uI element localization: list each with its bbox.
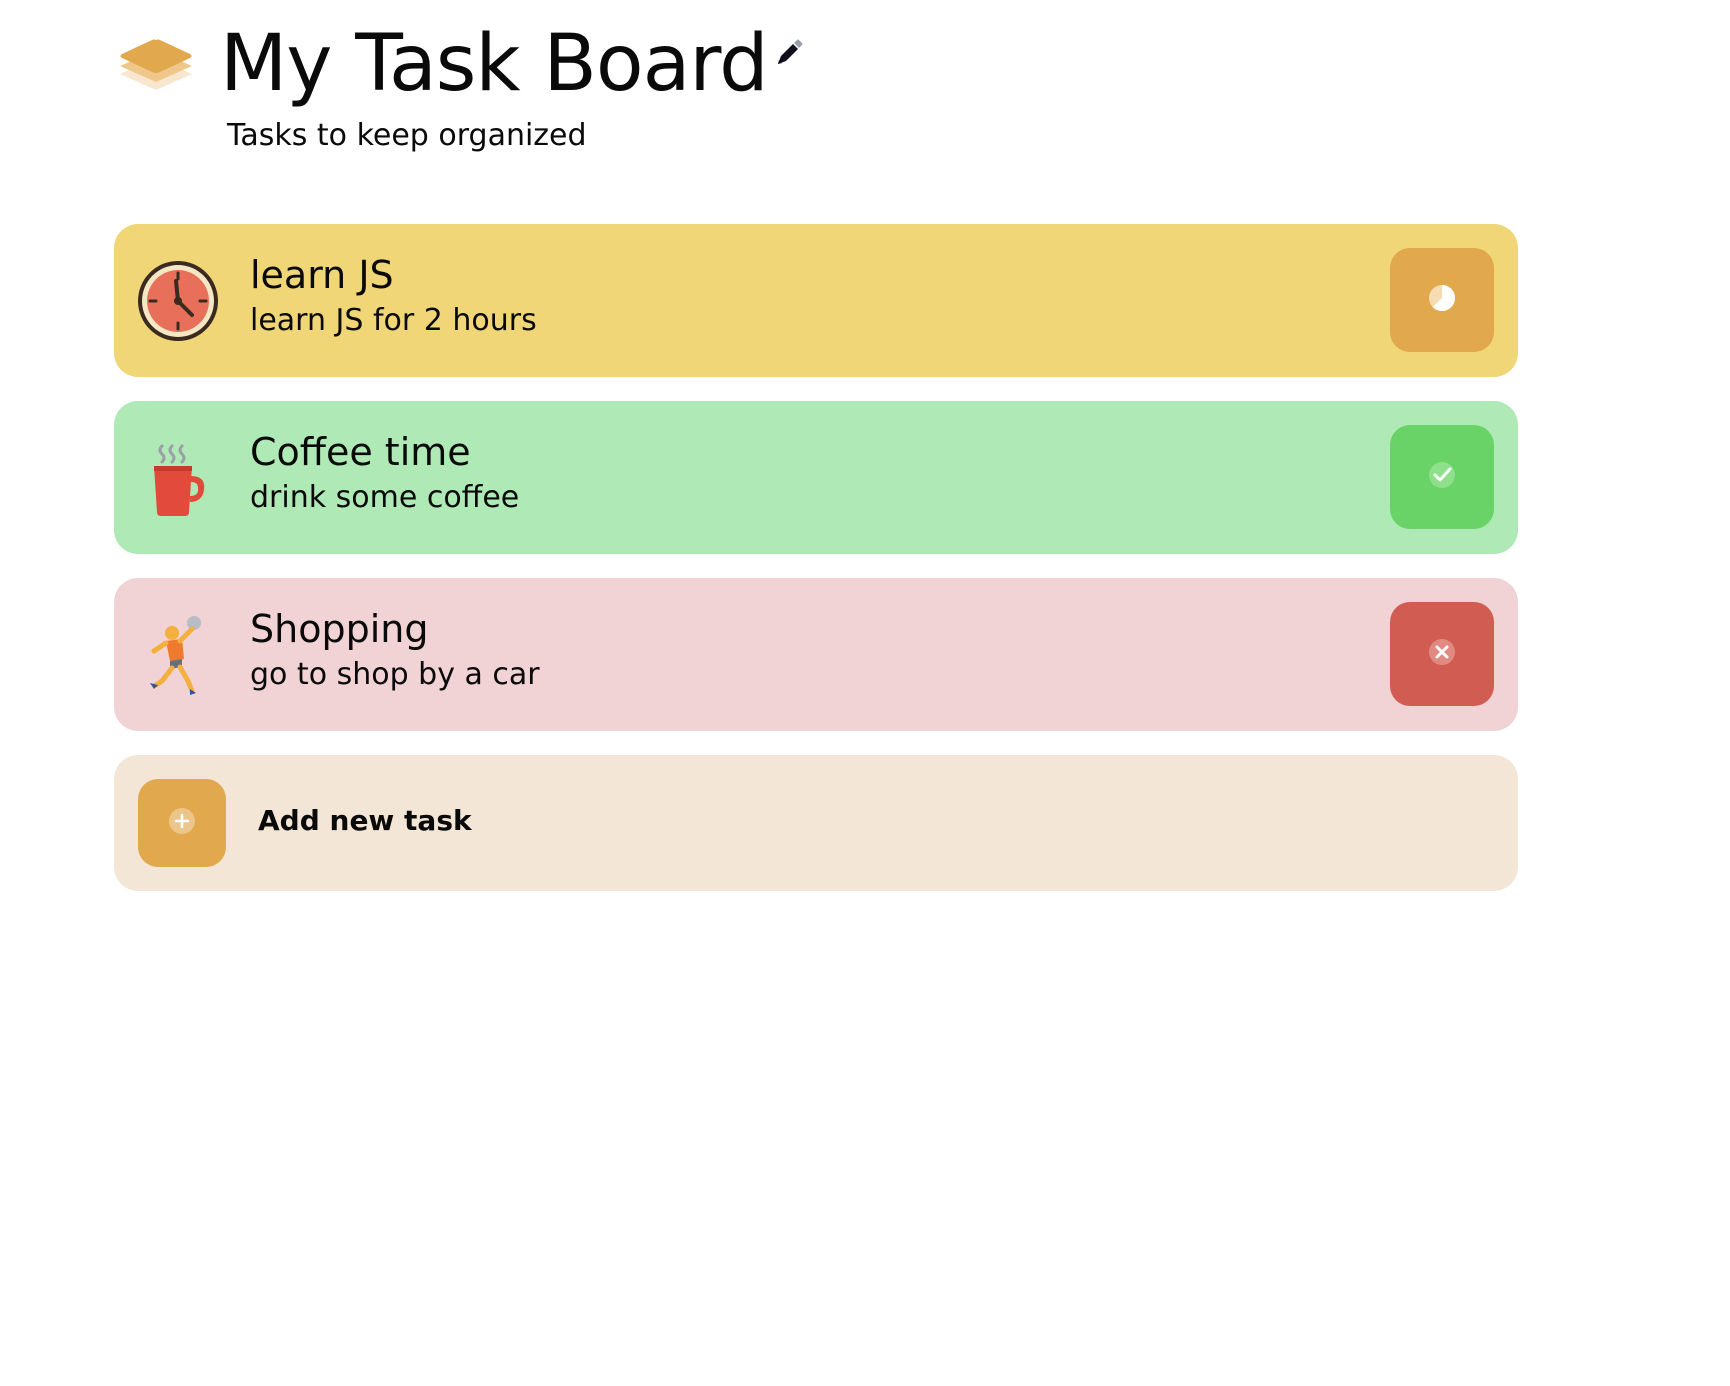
close-icon xyxy=(1427,637,1457,671)
checkmark-icon xyxy=(1427,460,1457,494)
task-description: drink some coffee xyxy=(250,480,520,515)
hot-coffee-icon xyxy=(136,436,220,520)
task-text: learn JS learn JS for 2 hours xyxy=(250,250,537,342)
status-button-in-progress[interactable] xyxy=(1390,248,1494,352)
plus-icon xyxy=(167,806,197,840)
task-card[interactable]: learn JS learn JS for 2 hours xyxy=(114,224,1518,377)
page-header: My Task Board Tasks to keep organized xyxy=(116,12,1016,162)
task-text: Coffee time drink some coffee xyxy=(250,427,519,519)
page-subtitle: Tasks to keep organized xyxy=(227,118,587,153)
add-task-label: Add new task xyxy=(258,804,472,837)
add-task-button[interactable]: Add new task xyxy=(114,755,1518,891)
task-description: learn JS for 2 hours xyxy=(250,303,537,338)
status-button-wont-do[interactable] xyxy=(1390,602,1494,706)
page-title: My Task Board xyxy=(220,19,769,109)
progress-clock-icon xyxy=(1427,283,1457,317)
task-list: learn JS learn JS for 2 hours Coffee tim… xyxy=(114,224,1518,891)
stacked-layers-icon xyxy=(116,28,196,108)
edit-title-button[interactable] xyxy=(768,34,810,76)
task-card[interactable]: Shopping go to shop by a car xyxy=(114,578,1518,731)
person-playing-handball-icon xyxy=(136,613,220,697)
task-description: go to shop by a car xyxy=(250,657,540,692)
task-title: Coffee time xyxy=(250,430,471,474)
task-card[interactable]: Coffee time drink some coffee xyxy=(114,401,1518,554)
task-text: Shopping go to shop by a car xyxy=(250,604,540,696)
add-task-icon-button[interactable] xyxy=(138,779,226,867)
status-button-completed[interactable] xyxy=(1390,425,1494,529)
task-title: learn JS xyxy=(250,253,394,297)
pencil-icon xyxy=(774,38,804,72)
task-title: Shopping xyxy=(250,607,429,651)
alarm-clock-icon xyxy=(136,259,220,343)
